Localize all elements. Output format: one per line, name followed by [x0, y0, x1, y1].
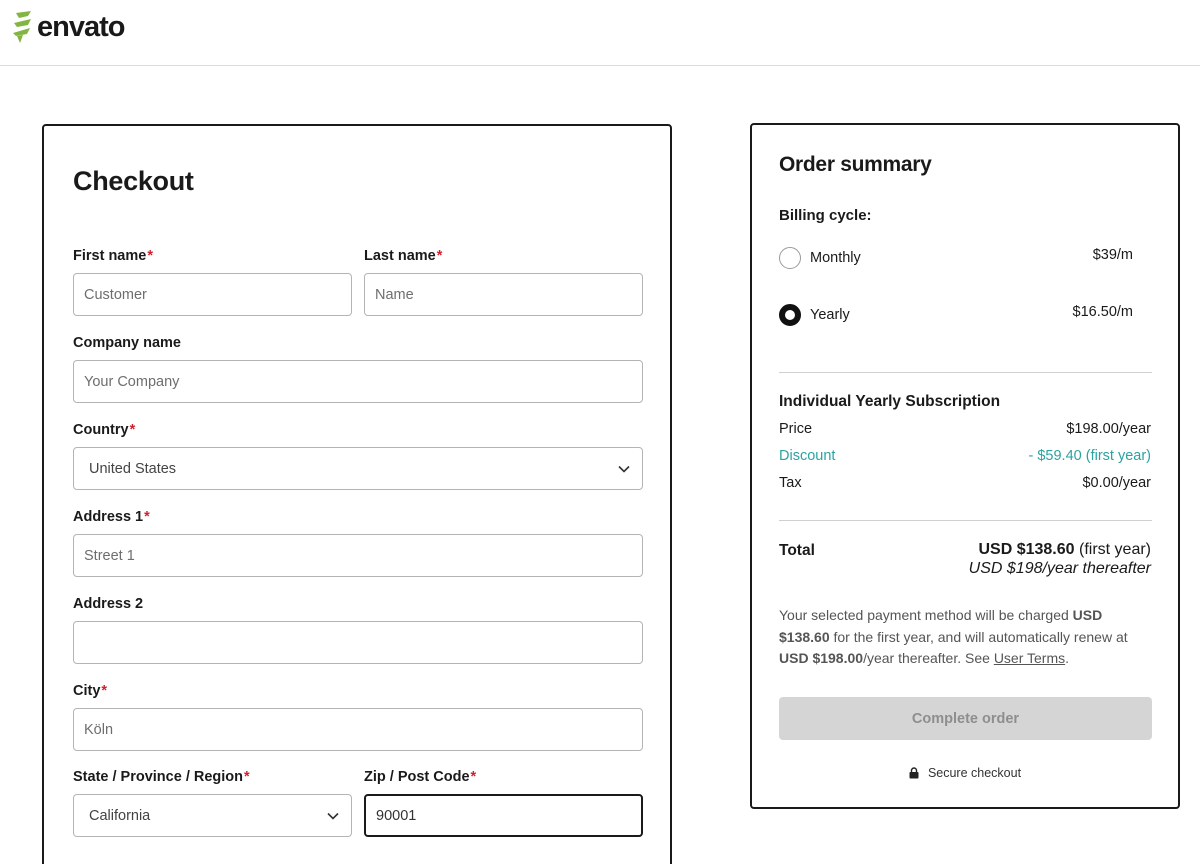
price-value: $198.00/year	[1066, 421, 1151, 437]
total-thereafter: USD $198/year thereafter	[968, 560, 1151, 577]
address2-label: Address 2	[73, 596, 144, 612]
monthly-option-label[interactable]: Monthly	[810, 250, 861, 266]
brand-name: envato	[37, 11, 125, 43]
checkout-form: Checkout First name* Last name* Company …	[42, 124, 672, 864]
total-value: USD $138.60 (first year)	[978, 541, 1151, 558]
company-name-label: Company name	[73, 335, 181, 351]
chevron-down-icon	[327, 812, 339, 820]
billing-cycle-label: Billing cycle:	[779, 207, 872, 224]
first-name-label: First name*	[73, 248, 153, 264]
discount-value: - $59.40 (first year)	[1028, 448, 1152, 464]
chevron-down-icon	[618, 465, 630, 473]
city-input[interactable]	[73, 708, 643, 751]
required-mark: *	[129, 422, 136, 438]
state-select[interactable]: California	[73, 794, 352, 837]
state-label: State / Province / Region*	[73, 769, 250, 785]
complete-order-button[interactable]: Complete order	[779, 697, 1152, 740]
divider	[779, 372, 1152, 373]
renewal-note: Your selected payment method will be cha…	[779, 607, 1128, 666]
yearly-option-label[interactable]: Yearly	[810, 307, 850, 323]
zip-input[interactable]	[364, 794, 643, 837]
required-mark: *	[144, 509, 150, 525]
envato-leaf-icon	[13, 11, 31, 43]
yearly-price: $16.50/m	[1072, 304, 1133, 320]
address1-input[interactable]	[73, 534, 643, 577]
summary-title: Order summary	[779, 153, 932, 176]
address1-label: Address 1*	[73, 509, 150, 525]
required-mark: *	[470, 769, 477, 785]
subscription-title: Individual Yearly Subscription	[779, 393, 1001, 410]
country-label: Country*	[73, 422, 136, 438]
monthly-radio[interactable]	[779, 247, 801, 269]
page-title: Checkout	[73, 166, 194, 196]
divider	[779, 520, 1152, 521]
first-name-input[interactable]	[73, 273, 352, 316]
secure-checkout-text: Secure checkout	[927, 766, 1022, 780]
state-selected-value: California	[89, 807, 151, 824]
order-summary: Order summary Billing cycle: Monthly $39…	[750, 123, 1180, 809]
country-selected-value: United States	[89, 460, 177, 477]
required-mark: *	[101, 683, 108, 699]
yearly-radio[interactable]	[779, 304, 801, 326]
address2-input[interactable]	[73, 621, 643, 664]
envato-logo[interactable]: envato	[11, 11, 125, 43]
required-mark: *	[147, 248, 153, 264]
zip-label: Zip / Post Code*	[364, 769, 477, 785]
last-name-input[interactable]	[364, 273, 643, 316]
user-terms-link[interactable]: User Terms	[994, 650, 1065, 666]
lock-icon	[909, 767, 919, 779]
total-label: Total	[779, 542, 815, 559]
company-name-input[interactable]	[73, 360, 643, 403]
price-label: Price	[779, 421, 813, 437]
required-mark: *	[244, 769, 250, 785]
secure-checkout: Secure checkout	[752, 766, 1178, 780]
city-label: City*	[73, 683, 108, 699]
tax-value: $0.00/year	[1082, 475, 1151, 491]
country-select[interactable]: United States	[73, 447, 643, 490]
discount-label: Discount	[779, 448, 836, 464]
required-mark: *	[436, 248, 443, 264]
last-name-label: Last name*	[364, 248, 443, 264]
tax-label: Tax	[779, 475, 802, 491]
site-header: envato	[0, 0, 1200, 66]
monthly-price: $39/m	[1092, 247, 1133, 263]
